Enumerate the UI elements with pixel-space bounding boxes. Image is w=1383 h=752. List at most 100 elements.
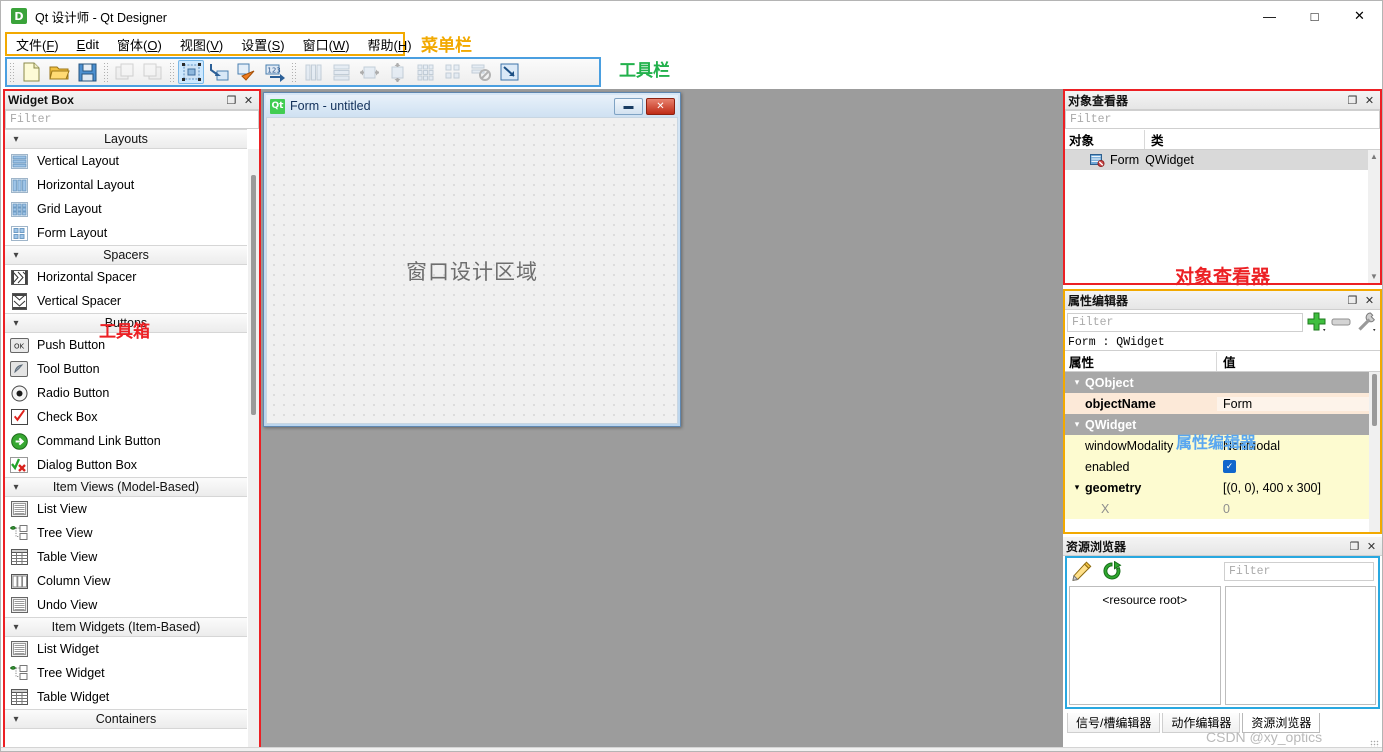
widget-item-form-layout[interactable]: Form Layout	[5, 221, 247, 245]
maximize-button[interactable]: □	[1292, 1, 1337, 32]
close-button[interactable]: ✕	[1337, 1, 1382, 32]
property-value[interactable]: 0	[1217, 502, 1380, 516]
resource-tree-pane[interactable]: <resource root>	[1069, 586, 1221, 705]
layout-splitter-horizontal-icon[interactable]	[356, 60, 382, 84]
widget-item-table-view[interactable]: Table View	[5, 545, 247, 569]
menu-window[interactable]: 窗口(W)	[294, 33, 359, 56]
widget-item-list-view[interactable]: List View	[5, 497, 247, 521]
chevron-up-icon[interactable]: ▲	[1370, 150, 1378, 163]
widget-item-radio-button[interactable]: Radio Button	[5, 381, 247, 405]
widget-item-table-widget[interactable]: Table Widget	[5, 685, 247, 709]
widget-item-column-view[interactable]: Column View	[5, 569, 247, 593]
widget-item-grid-layout[interactable]: Grid Layout	[5, 197, 247, 221]
new-form-icon[interactable]	[18, 60, 44, 84]
widget-item-vertical-layout[interactable]: Vertical Layout	[5, 149, 247, 173]
menu-help[interactable]: 帮助(H)	[359, 33, 421, 56]
close-icon[interactable]: ✕	[1364, 539, 1379, 554]
menu-form[interactable]: 窗体(O)	[108, 33, 171, 56]
edit-resources-icon[interactable]	[1071, 561, 1093, 582]
adjust-size-icon[interactable]	[496, 60, 522, 84]
edit-signals-slots-icon[interactable]	[206, 60, 232, 84]
remove-property-icon[interactable]	[1331, 312, 1353, 333]
property-group-qobject[interactable]: ▾QObject	[1065, 372, 1380, 393]
widget-box-scrollbar[interactable]	[248, 149, 259, 747]
float-icon[interactable]: ❐	[1347, 539, 1362, 554]
scrollbar-thumb[interactable]	[1372, 374, 1377, 426]
widget-item-dialog-button-box[interactable]: Dialog Button Box	[5, 453, 247, 477]
table-row[interactable]: Form QWidget	[1065, 150, 1368, 170]
column-header-property[interactable]: 属性	[1065, 352, 1217, 371]
widget-item-vertical-spacer[interactable]: Vertical Spacer	[5, 289, 247, 313]
menu-settings[interactable]: 设置(S)	[232, 33, 293, 56]
widget-box-filter-input[interactable]: Filter	[5, 110, 259, 129]
resource-preview-pane[interactable]	[1225, 586, 1377, 705]
object-inspector-tree[interactable]: Form QWidget 对象查看器 ▲ ▼	[1065, 150, 1380, 283]
property-value[interactable]: [(0, 0), 400 x 300]	[1217, 481, 1380, 495]
chevron-down-icon[interactable]: ▾	[1069, 419, 1085, 430]
layout-form-icon[interactable]	[440, 60, 466, 84]
widget-item-horizontal-spacer[interactable]: Horizontal Spacer	[5, 265, 247, 289]
layout-vertically-icon[interactable]	[328, 60, 354, 84]
menu-view[interactable]: 视图(V)	[171, 33, 232, 56]
widget-item-tree-widget[interactable]: Tree Widget	[5, 661, 247, 685]
widget-group-item-views[interactable]: ▾ Item Views (Model-Based)	[5, 477, 247, 497]
widget-box-list[interactable]: ▾ Layouts Vertical Layout Horizontal Lay…	[5, 129, 259, 749]
property-row-geometry[interactable]: ▾geometry [(0, 0), 400 x 300]	[1065, 477, 1380, 498]
property-grid-scrollbar[interactable]	[1369, 372, 1380, 532]
open-form-icon[interactable]	[46, 60, 72, 84]
form-design-canvas[interactable]: 窗口设计区域	[266, 117, 678, 424]
property-value[interactable]: Form	[1217, 397, 1380, 411]
layout-splitter-vertical-icon[interactable]	[384, 60, 410, 84]
object-inspector-filter-input[interactable]: Filter	[1065, 110, 1380, 129]
reload-icon[interactable]	[1101, 561, 1123, 582]
property-row-enabled[interactable]: enabled ✓	[1065, 456, 1380, 477]
widget-group-containers[interactable]: ▾ Containers	[5, 709, 247, 729]
edit-buddies-icon[interactable]	[234, 60, 260, 84]
configure-icon[interactable]	[1356, 312, 1378, 333]
scrollbar-thumb[interactable]	[251, 175, 256, 415]
widget-item-tree-view[interactable]: Tree View	[5, 521, 247, 545]
form-minimize-button[interactable]: ▬	[614, 98, 643, 115]
menu-file[interactable]: 文件(F)	[7, 33, 68, 56]
widget-item-undo-view[interactable]: Undo View	[5, 593, 247, 617]
form-close-button[interactable]: ✕	[646, 98, 675, 115]
break-layout-icon[interactable]	[468, 60, 494, 84]
resource-root-label[interactable]: <resource root>	[1070, 587, 1220, 607]
close-icon[interactable]: ✕	[241, 93, 256, 108]
edit-tab-order-icon[interactable]: 123	[262, 60, 288, 84]
widget-item-horizontal-layout[interactable]: Horizontal Layout	[5, 173, 247, 197]
layout-horizontally-icon[interactable]	[300, 60, 326, 84]
chevron-down-icon[interactable]: ▾	[1069, 482, 1085, 493]
minimize-button[interactable]: —	[1247, 1, 1292, 32]
float-icon[interactable]: ❐	[224, 93, 239, 108]
tab-signal-slot-editor[interactable]: 信号/槽编辑器	[1067, 713, 1160, 733]
widget-item-check-box[interactable]: Check Box	[5, 405, 247, 429]
column-header-object[interactable]: 对象	[1065, 130, 1145, 149]
form-window[interactable]: Qt Form - untitled ▬ ✕ 窗口设计区域	[263, 92, 681, 427]
float-icon[interactable]: ❐	[1345, 93, 1360, 108]
form-window-titlebar[interactable]: Qt Form - untitled ▬ ✕	[266, 95, 678, 117]
close-icon[interactable]: ✕	[1362, 93, 1377, 108]
edit-widgets-icon[interactable]	[178, 60, 204, 84]
chevron-down-icon[interactable]: ▼	[1370, 270, 1378, 283]
widget-group-item-widgets[interactable]: ▾ Item Widgets (Item-Based)	[5, 617, 247, 637]
property-row-objectname[interactable]: objectName Form	[1065, 393, 1380, 414]
object-inspector-scrollbar[interactable]: ▲ ▼	[1368, 150, 1380, 283]
widget-group-layouts[interactable]: ▾ Layouts	[5, 129, 247, 149]
enabled-checkbox[interactable]: ✓	[1223, 460, 1236, 473]
toolbar-grip-2[interactable]	[103, 62, 109, 82]
widget-item-command-link-button[interactable]: Command Link Button	[5, 429, 247, 453]
resource-browser-filter-input[interactable]: Filter	[1224, 562, 1374, 581]
undo-icon[interactable]	[112, 60, 138, 84]
redo-icon[interactable]	[140, 60, 166, 84]
widget-item-list-widget[interactable]: List Widget	[5, 637, 247, 661]
widget-group-spacers[interactable]: ▾ Spacers	[5, 245, 247, 265]
menu-edit[interactable]: Edit	[68, 35, 108, 54]
chevron-down-icon[interactable]: ▾	[1069, 377, 1085, 388]
column-header-class[interactable]: 类	[1145, 130, 1380, 149]
toolbar-grip-3[interactable]	[169, 62, 175, 82]
save-form-icon[interactable]	[74, 60, 100, 84]
float-icon[interactable]: ❐	[1345, 293, 1360, 308]
close-icon[interactable]: ✕	[1362, 293, 1377, 308]
layout-grid-icon[interactable]	[412, 60, 438, 84]
